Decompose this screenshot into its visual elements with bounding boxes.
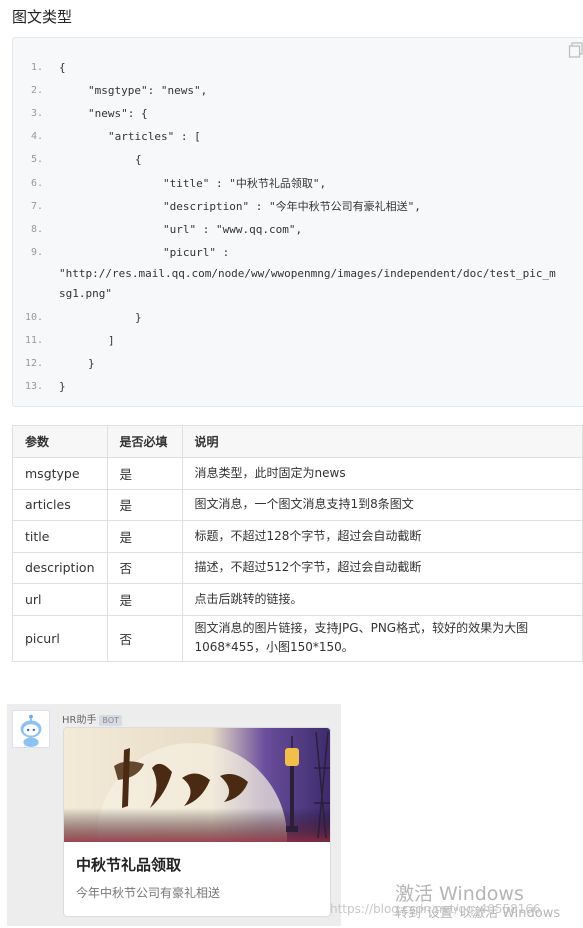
message-preview: HR助手 BOT 中秋节礼品领取 今年中秋节公司有豪礼相送 [7,704,341,926]
line-number: 1. [30,62,43,73]
param-cell: title [12,520,108,553]
code-line: } [135,311,142,324]
table-row: articles 是 图文消息，一个图文消息支持1到8条图文 [12,488,583,521]
line-number: 12. [24,358,43,369]
code-line: } [88,357,95,370]
desc-line: 图文消息的图片链接，支持JPG、PNG格式，较好的效果为大图 [194,621,529,635]
header-param: 参数 [12,425,108,458]
param-cell: picurl [12,614,108,662]
table-row: title 是 标题，不超过128个字节，超过会自动截断 [12,520,583,553]
line-number: 13. [24,381,43,392]
desc-line: 1068*455，小图150*150。 [194,640,354,654]
robot-avatar-icon [12,710,50,748]
code-line: "description" : "今年中秋节公司有豪礼相送", [163,200,421,213]
code-line: "http://res.mail.qq.com/node/ww/wwopenmn… [59,267,556,280]
required-cell: 是 [106,583,183,616]
mid-autumn-banner [64,728,330,842]
required-cell: 否 [106,551,183,584]
desc-cell: 图文消息，一个图文消息支持1到8条图文 [181,488,583,521]
desc-cell: 标题，不超过128个字节，超过会自动截断 [181,520,583,553]
card-description: 今年中秋节公司有豪礼相送 [76,886,221,900]
required-cell: 否 [106,614,183,662]
code-line: "articles" : [ [108,130,201,143]
table-row: url 是 点击后跳转的链接。 [12,583,583,616]
desc-cell: 点击后跳转的链接。 [181,583,583,616]
line-number: 7. [30,201,43,212]
param-cell: url [12,583,108,616]
section-title: 图文类型 [12,8,73,26]
code-line: "url" : "www.qq.com", [163,223,303,236]
card-title: 中秋节礼品领取 [76,856,182,874]
line-number: 2. [30,85,43,96]
activate-windows-hint: 转到"设置"以激活 Windows [395,906,561,921]
line-number: 5. [30,154,43,165]
copy-icon[interactable] [568,42,583,58]
table-header-row: 参数 是否必填 说明 [12,425,583,458]
line-number: 9. [30,247,43,258]
params-table: 参数 是否必填 说明 msgtype 是 消息类型，此时固定为news arti… [12,425,583,662]
news-card[interactable]: 中秋节礼品领取 今年中秋节公司有豪礼相送 [63,727,331,917]
param-cell: description [12,551,108,584]
table-row: msgtype 是 消息类型，此时固定为news [12,457,583,490]
header-required: 是否必填 [106,425,183,458]
required-cell: 是 [106,457,183,490]
desc-cell: 消息类型，此时固定为news [181,457,583,490]
desc-cell: 图文消息的图片链接，支持JPG、PNG格式，较好的效果为大图 1068*455，… [181,614,583,662]
line-number: 3. [30,108,43,119]
code-line: "msgtype": "news", [88,84,208,97]
code-line: { [59,61,66,74]
windows-activation-watermark: 激活 Windows 转到"设置"以激活 Windows [395,883,560,923]
desc-cell: 描述，不超过512个字节，超过会自动截断 [181,551,583,584]
code-line: ] [108,334,115,347]
param-cell: articles [12,488,108,521]
code-line: "picurl" : [163,246,230,259]
line-number: 6. [30,178,43,189]
param-cell: msgtype [12,457,108,490]
bot-badge: BOT [99,715,122,726]
activate-windows-title: 激活 Windows [395,883,524,905]
line-number: 11. [24,335,43,346]
required-cell: 是 [106,488,183,521]
code-line: } [59,380,66,393]
line-number: 4. [30,131,43,142]
table-row: description 否 描述，不超过512个字节，超过会自动截断 [12,551,583,584]
required-cell: 是 [106,520,183,553]
table-row: picurl 否 图文消息的图片链接，支持JPG、PNG格式，较好的效果为大图 … [12,614,583,662]
line-number: 8. [30,224,43,235]
code-line: sg1.png" [59,287,112,300]
header-desc: 说明 [181,425,583,458]
code-line: "news": { [88,107,148,120]
code-line: { [135,153,142,166]
line-number: 10. [24,312,43,323]
sender-name: HR助手 BOT [62,711,122,726]
code-block: 1. {2. "msgtype": "news", 3. "news": { 4. "art… [12,37,583,407]
code-line: "title" : "中秋节礼品领取", [163,177,327,190]
sender-label: HR助手 [62,715,97,726]
